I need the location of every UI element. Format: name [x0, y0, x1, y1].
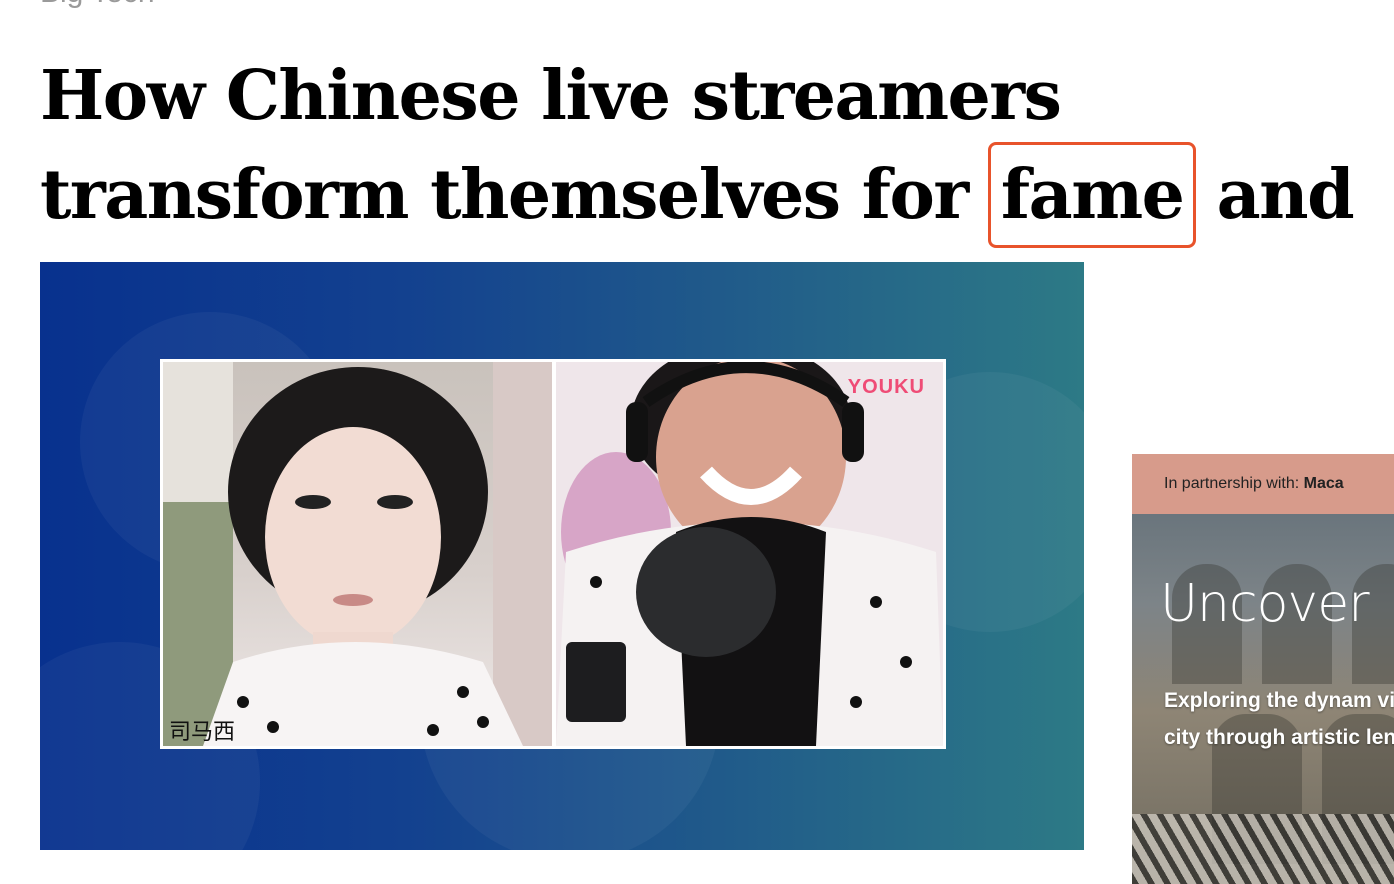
- mosaic-pavement: [1132, 814, 1394, 884]
- hero-image[interactable]: 司马西 YOUKU: [40, 262, 1084, 850]
- left-streamer-image: [163, 362, 552, 746]
- ad-partner-prefix: In partnership with:: [1164, 475, 1300, 492]
- ad-title: Uncover: [1160, 574, 1370, 634]
- headline-text-start: How Chinese live streamers transform the…: [40, 56, 1062, 235]
- youku-watermark: YOUKU: [847, 376, 925, 398]
- partner-ad-card[interactable]: In partnership with: Maca Uncover Explor…: [1132, 454, 1394, 884]
- ad-description: Exploring the dynam vibrant city through…: [1164, 689, 1394, 749]
- left-video-panel: 司马西: [163, 362, 552, 746]
- right-video-panel: YOUKU: [556, 362, 943, 746]
- video-caption: 司马西: [169, 720, 236, 745]
- headline-highlighted-word: fame: [987, 142, 1197, 248]
- ad-partner-bar: In partnership with: Maca: [1132, 454, 1394, 514]
- split-video-frame: 司马西 YOUKU: [160, 359, 946, 749]
- right-streamer-image: [556, 362, 943, 746]
- ad-partner-name: Maca: [1303, 475, 1344, 492]
- section-label[interactable]: Big Tech: [40, 0, 155, 8]
